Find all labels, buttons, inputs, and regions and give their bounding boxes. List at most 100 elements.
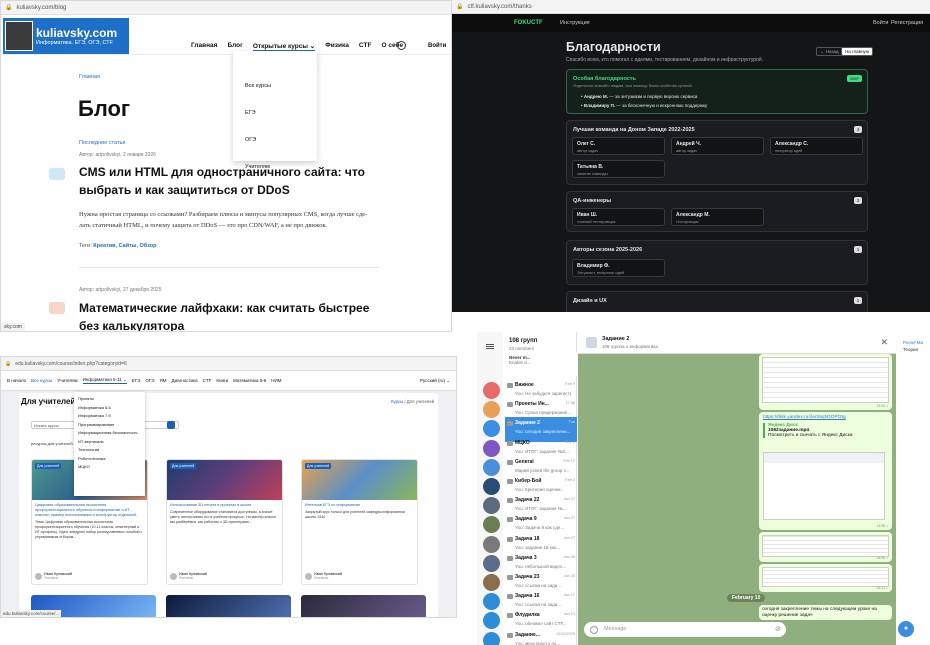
menu-item[interactable]: ИТ-вертикаль	[78, 438, 145, 447]
course-card[interactable]: Для учителей Использование 3D-печати в п…	[166, 459, 283, 585]
nav-ctf[interactable]: CTF	[359, 42, 372, 52]
nav-ctf[interactable]: CTF	[203, 378, 212, 383]
nav-home[interactable]: Главная	[191, 42, 217, 52]
home-button[interactable]: На главную	[841, 47, 874, 56]
menu-item[interactable]: Проекты	[78, 395, 145, 404]
chat-avatar	[483, 382, 500, 399]
address-text: kuliavsky.com/blog	[16, 4, 67, 11]
course-title[interactable]: Интенсив ЕГЭ по информатике	[302, 500, 417, 508]
course-card[interactable]	[301, 595, 426, 617]
message-bubble: 14:21 ✓	[759, 564, 892, 592]
group-icon	[507, 555, 513, 561]
tags-links[interactable]: Креатив, Сайты, Обзор	[93, 243, 156, 249]
nav-oge[interactable]: ОГЭ	[145, 378, 154, 383]
address-bar[interactable]: 🔒 kuliavsky.com/blog	[1, 1, 451, 15]
screenshot-image[interactable]	[762, 357, 889, 403]
nav-all-courses[interactable]: Все курсы	[31, 378, 52, 383]
ctf-brand[interactable]: FOKUCTF	[514, 20, 543, 26]
search-icon[interactable]	[397, 41, 406, 50]
post-thumbnail-icon	[49, 168, 65, 180]
video-thumbnail[interactable]	[763, 452, 885, 520]
search-button[interactable]	[167, 421, 175, 429]
breadcrumb-link[interactable]: Курсы	[391, 399, 403, 404]
notice-banner[interactable]: Never m... Enable d...	[503, 352, 577, 376]
group-icon	[507, 632, 513, 638]
special-thanks-card: Особая благодарность MVP Отдельное спаси…	[566, 69, 868, 114]
close-icon[interactable]: ✕	[880, 337, 888, 348]
screenshot-image[interactable]	[762, 567, 889, 587]
nav-teachers[interactable]: Учителям	[57, 378, 77, 383]
chat-item[interactable]: Задание... You: мега просто по... 12/10/20…	[483, 629, 577, 645]
menu-item[interactable]: Технологии	[78, 446, 145, 455]
site-logo[interactable]: kuliavsky.com Информатика. ЕГЭ, ОГЭ, СТF	[3, 18, 129, 54]
conversation: Задание 2 108 группа 1 информатика ✕ 13:…	[578, 332, 896, 645]
nav-books[interactable]: Книги	[216, 378, 228, 383]
member-name: Татьяна В.	[577, 164, 604, 170]
nav-nim[interactable]: НИМ	[271, 378, 281, 383]
register-link[interactable]: Регистрация	[891, 20, 923, 26]
member-name: Олег С.	[577, 141, 596, 147]
message-time: 14:21 ✓	[876, 586, 889, 590]
menu-item[interactable]: Информатика 5-6	[78, 404, 145, 413]
address-bar[interactable]: 🔒 ctf.kuliavsky.com/thanks	[452, 0, 930, 14]
menu-item[interactable]: Программирование	[78, 421, 145, 430]
group-icon	[507, 498, 513, 504]
member-card: Андрей Ч. автор задач	[671, 137, 764, 155]
nav-ym[interactable]: ЯМ	[160, 378, 167, 383]
message-input[interactable]: Message	[584, 622, 786, 637]
right-title[interactable]: Pionel Ma	[903, 340, 923, 345]
chat-preview: You: ссылка на зада...	[515, 583, 561, 588]
chat-name: Проекты Ин...	[515, 401, 549, 408]
post-title[interactable]: Математические лайфхаки: как считать быс…	[79, 299, 379, 331]
member-name: Александр М.	[676, 212, 710, 218]
screenshot-image[interactable]	[762, 535, 889, 557]
dropdown-item-ege[interactable]: ЕГЭ	[245, 100, 317, 127]
chat-title[interactable]: Задание 2	[602, 336, 629, 342]
menu-item[interactable]: Информатика 7-9	[78, 412, 145, 421]
group-icon	[507, 479, 513, 484]
menu-item[interactable]: Информационная безопасность	[78, 429, 145, 438]
dropdown-item-oge[interactable]: ОГЭ	[245, 127, 317, 154]
menu-item[interactable]: МЦКО	[78, 463, 145, 472]
nav-physics[interactable]: Физика	[325, 42, 349, 52]
logo-title: kuliavsky.com	[36, 26, 118, 40]
nav-ege[interactable]: ЕГЭ	[132, 378, 141, 383]
member-card: Александр М. тестировщик	[671, 208, 764, 226]
address-text: ctf.kuliavsky.com/thanks	[467, 3, 532, 10]
message-time: 14:09 ✓	[876, 556, 889, 560]
menu-item[interactable]: Робототехника	[78, 455, 145, 464]
address-bar[interactable]: 🔒 edu.kuliavsky.com/course/index.php?cate…	[1, 357, 456, 371]
back-button[interactable]: ← Назад	[816, 47, 843, 56]
nav-diagnostics[interactable]: Диагностика	[172, 378, 198, 383]
course-card[interactable]	[166, 595, 291, 617]
menu-icon[interactable]	[486, 344, 494, 345]
course-card[interactable]: Для учителей Интенсив ЕГЭ по информатике…	[301, 459, 418, 585]
dropdown-item-all[interactable]: Все курсы	[245, 73, 317, 100]
login-link[interactable]: Войти	[428, 43, 446, 49]
microphone-icon[interactable]: ●	[898, 621, 914, 637]
course-title[interactable]: Использование 3D-печати в проектах в шко…	[167, 500, 282, 508]
nav-instructions[interactable]: Инструкция	[560, 20, 590, 26]
breadcrumb[interactable]: Главная	[79, 74, 100, 80]
link-preview[interactable]: Яндекс Диск 1082задание.mp4 Посмотреть и…	[763, 423, 888, 438]
post-thumbnail-icon	[49, 302, 65, 314]
course-desc: Тема: Цифровая образовательная экосистем…	[35, 520, 143, 539]
attach-icon[interactable]: ⊘	[775, 625, 781, 633]
login-link[interactable]: Войти	[873, 20, 888, 26]
group-icon	[507, 613, 513, 619]
chat-date: Jan 17	[563, 593, 575, 598]
course-title[interactable]: Цифровая образовательная экосистема проф…	[32, 500, 147, 518]
nav-home[interactable]: В начало	[7, 378, 26, 383]
chat-header: Задание 2 108 группа 1 информатика ✕	[578, 332, 896, 354]
folder-subtitle: 23 members	[509, 346, 535, 351]
member-name: Александр С.	[775, 141, 809, 147]
post-title[interactable]: CMS или HTML для одностраничного сайта: …	[79, 163, 379, 199]
yandex-link[interactable]: https://disk.yandex.ru/i/arSsqN3OPf3Ig	[763, 415, 888, 420]
thanks-name: Владимиру П.	[583, 103, 616, 108]
language-select[interactable]: Русский (ru) ⌄	[420, 378, 450, 384]
thanks-item: • Андрею М. — за энтузиазм и первую верс…	[581, 94, 698, 99]
emoji-icon[interactable]	[590, 626, 598, 634]
chat-name: Кибер-Бой	[515, 478, 542, 484]
nav-informatics[interactable]: Информатика 5-11 ⌄	[82, 377, 127, 384]
nav-math[interactable]: Математика 5-6	[233, 378, 266, 383]
